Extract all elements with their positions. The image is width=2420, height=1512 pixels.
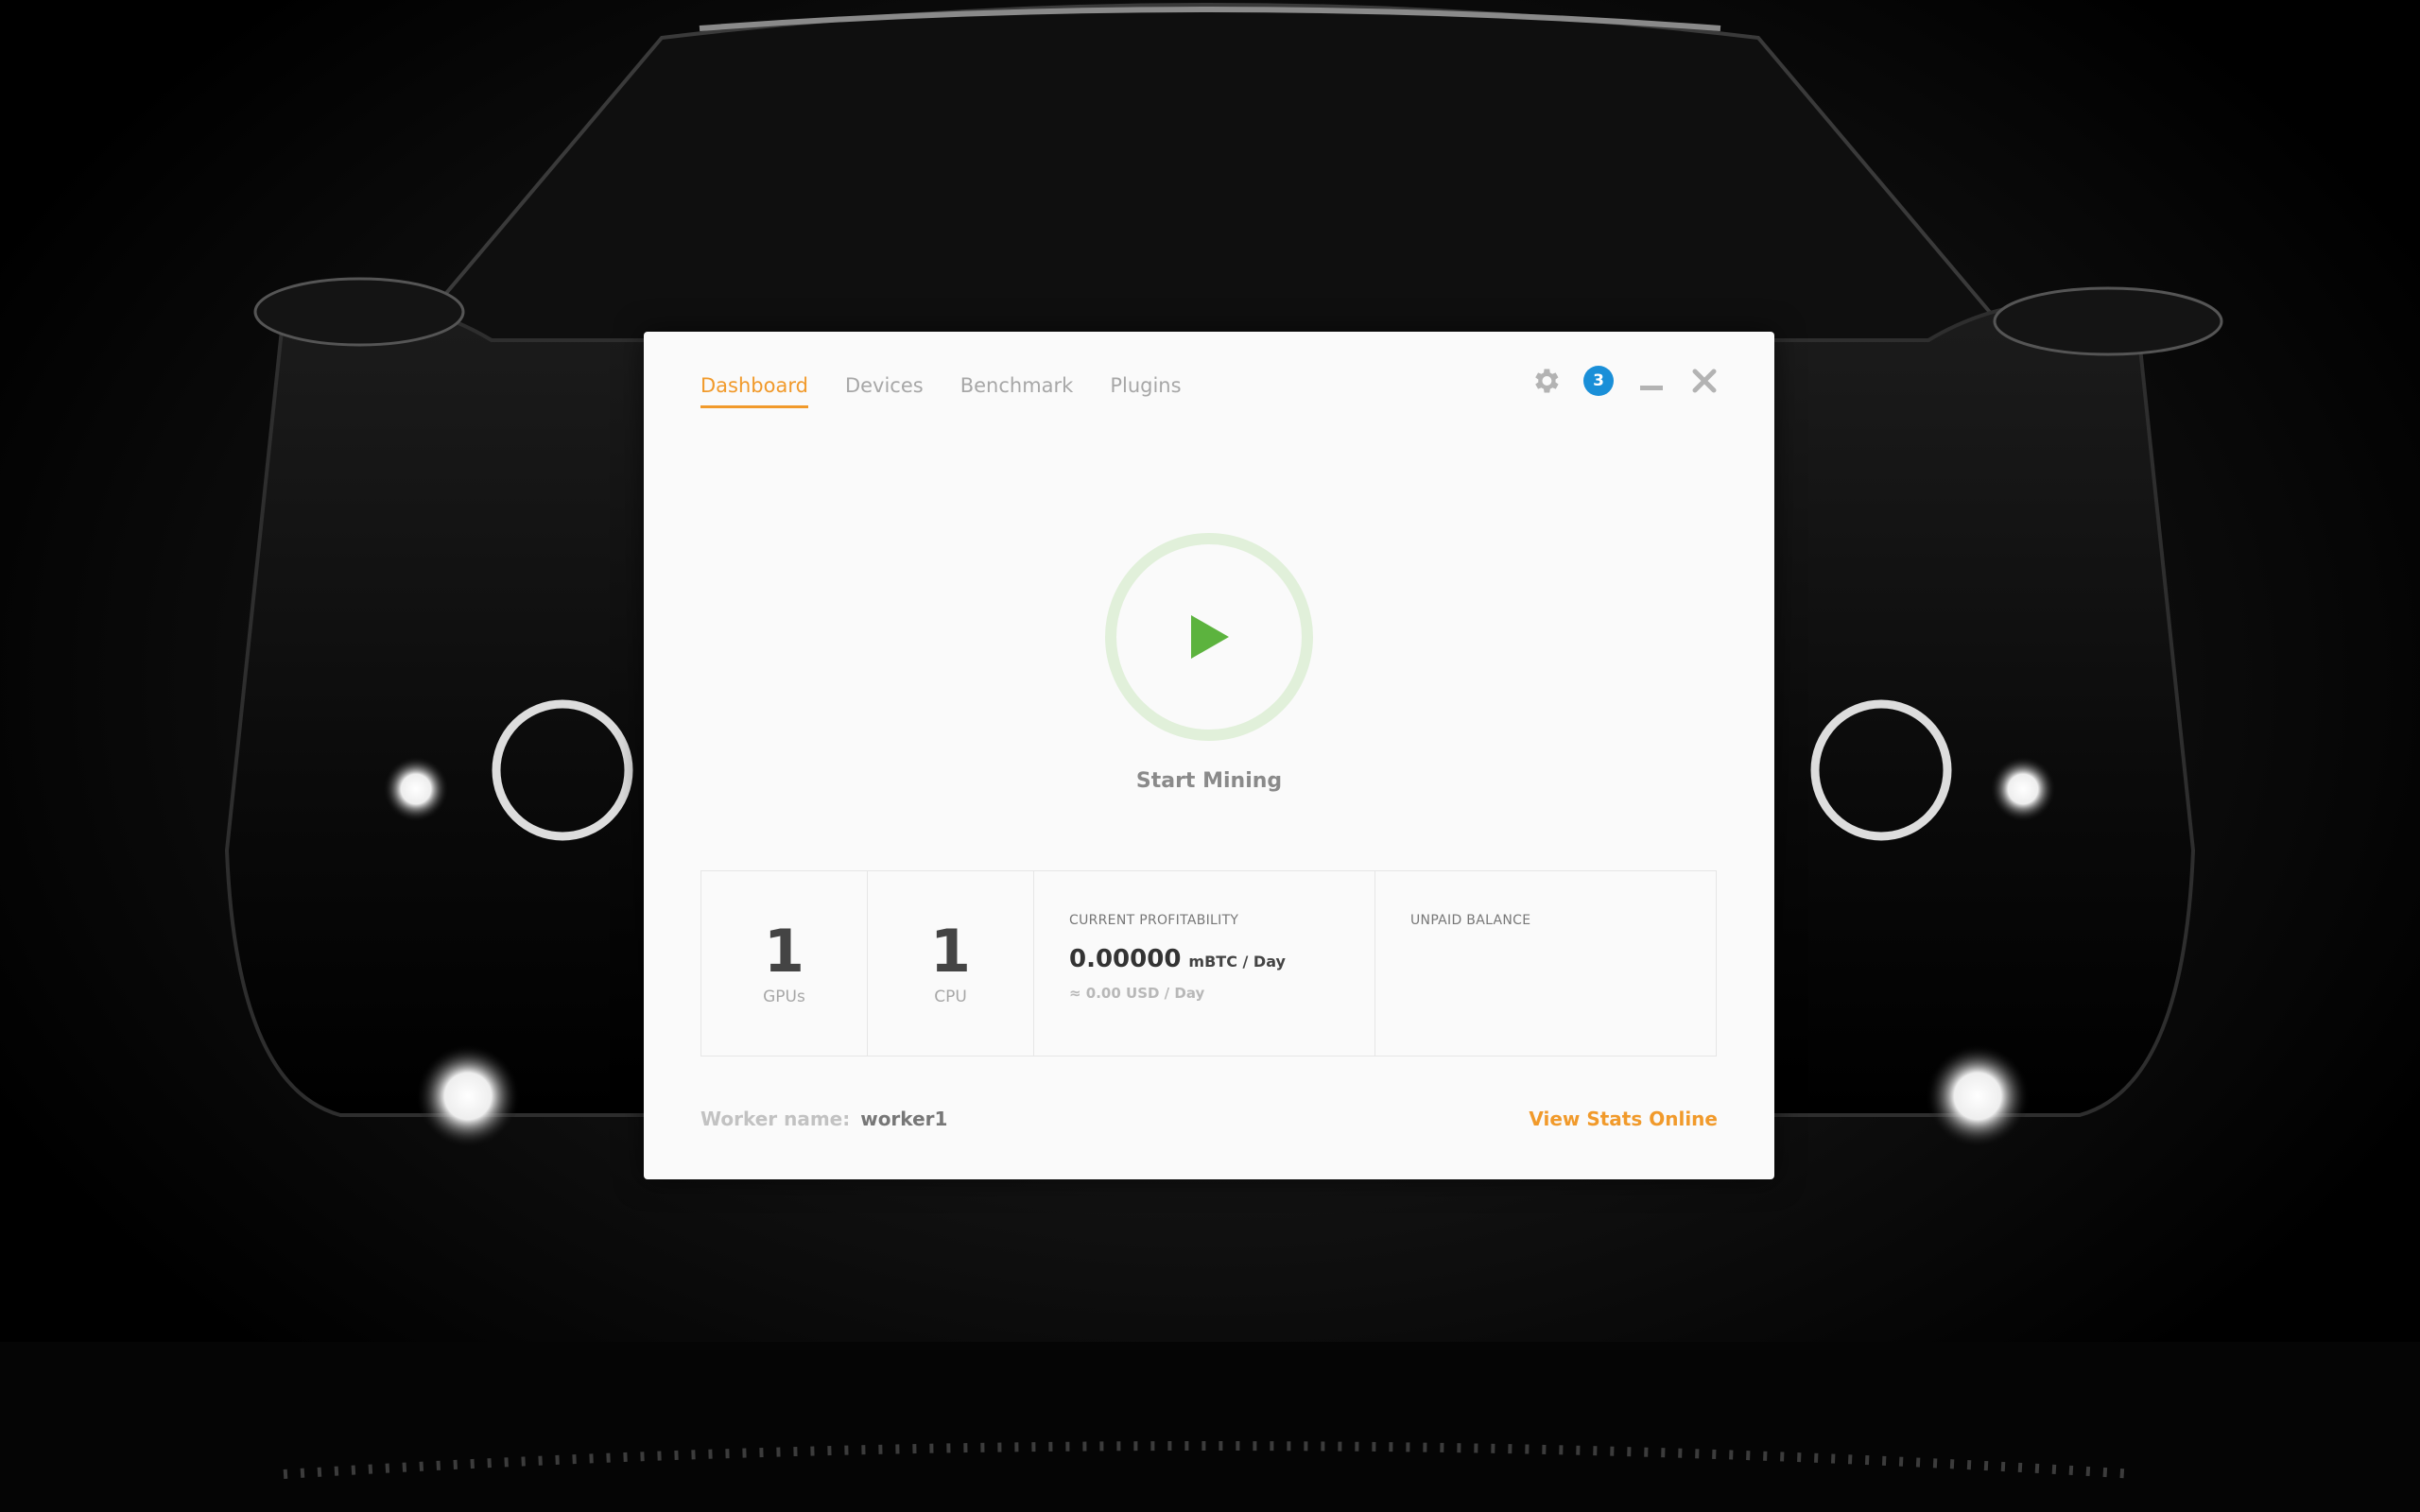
tab-dashboard[interactable]: Dashboard [700, 373, 808, 408]
cpu-count-card: 1 CPU [868, 871, 1034, 1056]
worker-name: Worker name: worker1 [700, 1108, 947, 1130]
close-icon [1692, 369, 1717, 393]
tab-devices[interactable]: Devices [845, 373, 924, 408]
start-mining-button[interactable] [1105, 533, 1313, 741]
profitability-usd: ≈ 0.00 USD / Day [1069, 985, 1205, 1002]
play-icon [1191, 615, 1229, 659]
tab-plugins[interactable]: Plugins [1110, 373, 1181, 408]
gear-icon [1535, 369, 1559, 393]
unpaid-balance-card: UNPAID BALANCE [1375, 871, 1716, 1056]
worker-name-value: worker1 [860, 1108, 948, 1130]
minimize-button[interactable] [1634, 364, 1668, 398]
cpu-count-label: CPU [934, 987, 967, 1006]
close-button[interactable] [1687, 364, 1721, 398]
main-tabs: Dashboard Devices Benchmark Plugins [700, 373, 1182, 408]
start-mining-label[interactable]: Start Mining [644, 769, 1774, 793]
window-controls: 3 [1529, 364, 1721, 398]
notifications-button[interactable]: 3 [1582, 364, 1616, 398]
notification-badge: 3 [1583, 366, 1614, 396]
settings-button[interactable] [1529, 364, 1563, 398]
unpaid-balance-caption: UNPAID BALANCE [1410, 913, 1531, 928]
profitability-unit: mBTC / Day [1188, 953, 1286, 971]
app-window: Dashboard Devices Benchmark Plugins 3 St… [644, 332, 1774, 1179]
footer: Worker name: worker1 View Stats Online [700, 1108, 1718, 1130]
worker-name-label: Worker name: [700, 1108, 851, 1130]
minimize-icon [1640, 386, 1663, 390]
tab-benchmark[interactable]: Benchmark [960, 373, 1074, 408]
profitability-card: CURRENT PROFITABILITY 0.00000 mBTC / Day… [1034, 871, 1375, 1056]
gpu-count-label: GPUs [763, 987, 805, 1006]
gpu-count-card: 1 GPUs [701, 871, 868, 1056]
gpu-count-value: 1 [763, 916, 805, 986]
view-stats-online-link[interactable]: View Stats Online [1529, 1108, 1718, 1130]
profitability-value: 0.00000 [1069, 945, 1182, 973]
cpu-count-value: 1 [929, 916, 972, 986]
stats-panel: 1 GPUs 1 CPU CURRENT PROFITABILITY 0.000… [700, 870, 1717, 1057]
profitability-caption: CURRENT PROFITABILITY [1069, 913, 1239, 928]
start-section: Start Mining [644, 533, 1774, 793]
